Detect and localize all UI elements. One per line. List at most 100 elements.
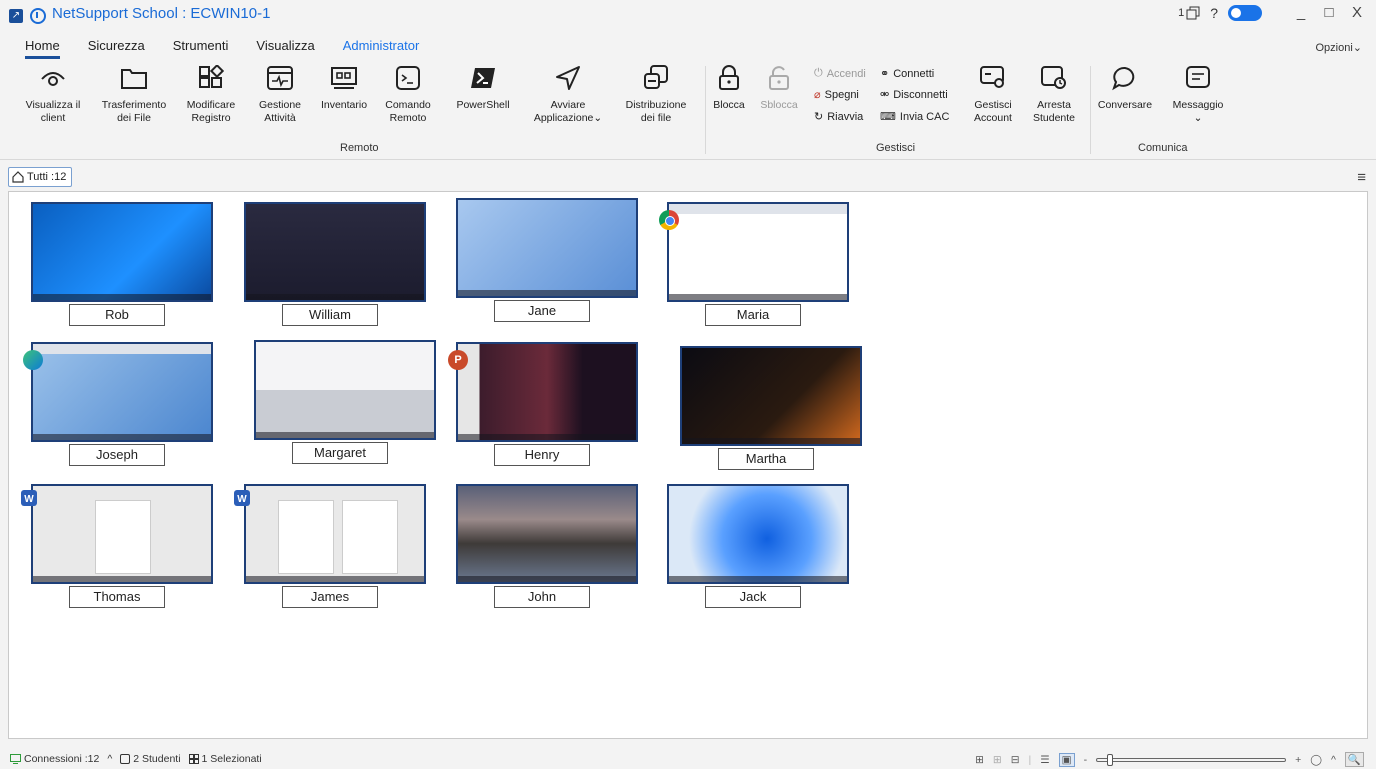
inventory-label: Inventario (320, 99, 368, 111)
window-title: NetSupport School : ECWIN10-1 (52, 5, 271, 22)
tab-sicurezza[interactable]: Sicurezza (88, 38, 145, 59)
tab-administrator[interactable]: Administrator (343, 38, 420, 59)
title-bar-controls: 1 ? _ □ X (1178, 4, 1366, 21)
lock-button[interactable]: Blocca (708, 62, 750, 112)
power-on-label: Accendi (826, 67, 866, 80)
student-thumbnail[interactable]: John (456, 484, 638, 612)
tab-all-students[interactable]: Tutti :12 (8, 167, 73, 187)
power-off-button[interactable]: ⌀ Spegni (814, 88, 859, 102)
zoom-plus-button[interactable]: + (1295, 754, 1301, 766)
student-screen-preview[interactable] (680, 346, 862, 446)
file-transfer-button[interactable]: Trasferimento dei File (96, 62, 172, 125)
minimize-button[interactable]: _ (1292, 4, 1310, 21)
chat-button[interactable]: Conversare (1094, 62, 1156, 112)
tab-strumenti[interactable]: Strumenti (173, 38, 229, 59)
student-screen-preview[interactable] (667, 484, 849, 584)
zoom-minus-button[interactable]: - (1084, 754, 1088, 766)
taskbar-strip (458, 290, 636, 296)
windows-stack-icon (1186, 6, 1200, 19)
remote-command-label: Comando Remoto (385, 99, 431, 124)
help-button[interactable]: ? (1210, 5, 1218, 21)
student-screen-preview[interactable] (456, 484, 638, 584)
view-client-label: Visualizza il client (25, 99, 81, 124)
theme-toggle[interactable] (1228, 4, 1262, 21)
large-grid-view-icon[interactable]: ⊞ (975, 754, 984, 766)
disconnect-button[interactable]: ⚮ Disconnetti (880, 88, 948, 102)
taskbar-strip (33, 576, 211, 582)
power-on-button[interactable]: ⏻ Accendi (814, 67, 866, 80)
maximize-button[interactable]: □ (1320, 4, 1338, 21)
student-thumbnail[interactable]: Jack (667, 484, 849, 612)
tab-home[interactable]: Home (25, 38, 60, 59)
send-cad-button[interactable]: ⌨ Invia CAC (880, 110, 949, 124)
task-manager-button[interactable]: Gestione Attività (252, 62, 308, 125)
remote-command-button[interactable]: Comando Remoto (380, 62, 436, 125)
inventory-button[interactable]: Inventario (316, 62, 372, 112)
connect-icon: ⚭ (880, 68, 890, 80)
zoom-search-icon[interactable]: 🔍 (1344, 752, 1364, 767)
lock-icon (713, 62, 745, 94)
restart-button[interactable]: ↻ Riavvia (814, 110, 863, 124)
student-screen-preview[interactable] (31, 484, 213, 584)
message-button[interactable]: Messaggio ⌄ (1164, 62, 1232, 125)
student-thumbnail[interactable]: Joseph (23, 342, 213, 470)
chevron-up-icon[interactable]: ^ (1331, 754, 1336, 766)
file-transfer-label: Trasferimento dei File (101, 99, 167, 124)
student-screen-preview[interactable] (31, 342, 213, 442)
student-thumbnail[interactable]: Jane (456, 198, 638, 326)
auto-fit-icon[interactable]: ◯ (1310, 754, 1322, 766)
app-logo-icon[interactable]: ↗ (9, 9, 23, 23)
message-dropdown[interactable]: ⌄ (1194, 112, 1203, 125)
student-screen-preview[interactable] (456, 342, 638, 442)
student-thumbnail[interactable]: P Henry (448, 342, 638, 470)
hamburger-menu-icon[interactable]: ≡ (1357, 169, 1366, 186)
tab-visualizza[interactable]: Visualizza (256, 38, 314, 59)
view-client-button[interactable]: Visualizza il client (18, 62, 88, 125)
command-prompt-icon (392, 62, 424, 94)
zoom-slider-handle[interactable] (1107, 753, 1114, 766)
student-thumbnail[interactable]: W Thomas (21, 484, 213, 612)
student-name-label: Maria (705, 304, 801, 326)
list-view-icon[interactable]: ☰ (1040, 754, 1049, 766)
options-menu[interactable]: Opzioni⌄ (1315, 41, 1362, 54)
unlock-button[interactable]: Sblocca (758, 62, 800, 112)
account-icon (977, 62, 1009, 94)
student-screen-preview[interactable] (667, 202, 849, 302)
student-thumbnail[interactable]: Martha (680, 346, 862, 474)
launch-application-button[interactable]: Avviare Applicazione⌄ (528, 62, 608, 125)
student-thumbnail[interactable]: William (244, 202, 426, 330)
stop-student-button[interactable]: Arresta Studente (1026, 62, 1082, 125)
powershell-button[interactable]: PowerShell (450, 62, 516, 112)
student-screen-preview[interactable] (244, 484, 426, 584)
file-distribution-button[interactable]: Distribuzione dei file (618, 62, 694, 125)
taskbar-strip (458, 434, 636, 440)
medium-grid-view-icon[interactable]: ⊞ (993, 754, 1002, 766)
small-grid-view-icon[interactable]: ⊟ (1011, 754, 1020, 766)
grid-icon (188, 754, 199, 764)
notifications[interactable]: 1 (1178, 6, 1200, 20)
student-screen-preview[interactable] (31, 202, 213, 302)
edit-registry-button[interactable]: Modificare Registro (180, 62, 242, 125)
student-thumbnail[interactable]: Maria (659, 202, 849, 330)
title-bar: ↗ NetSupport School : ECWIN10-1 1 ? _ □ … (0, 0, 1376, 30)
selected-count: 1 Selezionati (188, 753, 262, 765)
connections-status[interactable]: Connessioni :12 (10, 753, 99, 765)
student-thumbnail[interactable]: W James (234, 484, 426, 612)
unlock-label: Sblocca (760, 99, 798, 111)
connect-button[interactable]: ⚭ Connetti (880, 67, 934, 81)
student-thumbnail[interactable]: Rob (31, 202, 213, 330)
student-thumbnail[interactable]: Margaret (254, 340, 436, 468)
manage-account-button[interactable]: Gestisci Account (968, 62, 1018, 125)
zoom-slider[interactable] (1096, 753, 1287, 766)
student-screen-preview[interactable] (254, 340, 436, 440)
word-app-icon: W (21, 490, 37, 506)
thumbnail-view-icon[interactable]: ▣ (1058, 752, 1075, 767)
student-screen-preview[interactable] (244, 202, 426, 302)
close-button[interactable]: X (1348, 4, 1366, 21)
student-screen-preview[interactable] (456, 198, 638, 298)
unlock-icon (763, 62, 795, 94)
powershell-icon (467, 62, 499, 94)
student-thumbnails-panel: Rob William Jane Maria Joseph Margaret P Henry M… (8, 191, 1368, 739)
caret-up-icon[interactable]: ^ (107, 753, 112, 765)
message-icon (1182, 62, 1214, 94)
